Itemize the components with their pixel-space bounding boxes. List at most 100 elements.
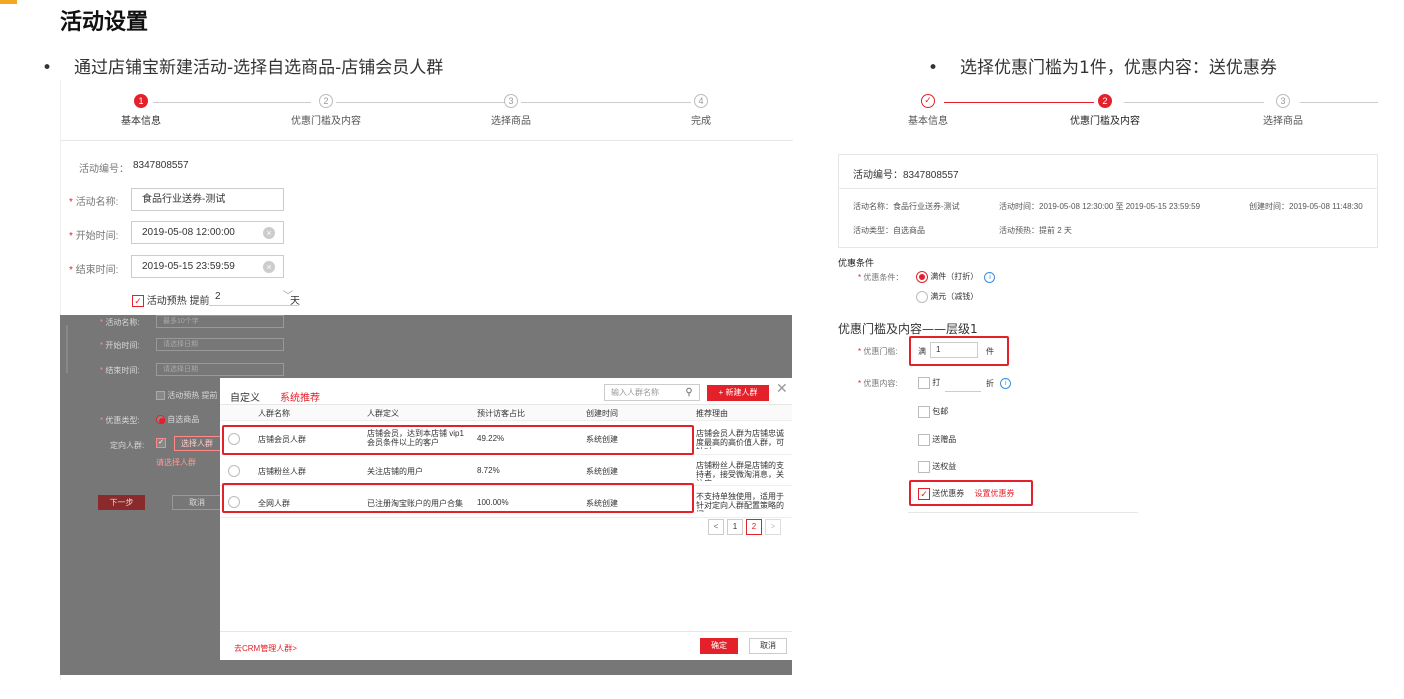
- row-ratio: 8.72%: [477, 466, 500, 475]
- r-step-2-label: 优惠门槛及内容: [1070, 116, 1140, 127]
- ov-preheat: 活动预热 提前: [156, 390, 217, 401]
- info-icon[interactable]: i: [984, 271, 996, 283]
- discount-checkbox[interactable]: [918, 377, 930, 389]
- th-name: 人群名称: [258, 409, 290, 418]
- step-1-circle: 1: [134, 94, 148, 108]
- rights-checkbox[interactable]: [918, 461, 930, 473]
- discount-unit: 折 i: [986, 378, 1012, 390]
- info-icon[interactable]: i: [1000, 378, 1012, 390]
- bullet-right-text: 选择优惠门槛为1件，优惠内容：送优惠券: [960, 58, 1277, 78]
- opt-discount[interactable]: 打: [918, 377, 940, 389]
- th-reason: 推荐理由: [696, 409, 728, 418]
- step-2-circle: 2: [319, 94, 333, 108]
- opt-shipping[interactable]: 包邮: [918, 406, 948, 418]
- ov-start-input: 请选择日期: [156, 338, 284, 351]
- clear-icon[interactable]: ×: [263, 227, 275, 239]
- bullet-left-text: 通过店铺宝新建活动-选择自选商品-店铺会员人群: [74, 58, 444, 78]
- step-1-label: 基本信息: [121, 116, 161, 127]
- bullet-left: • 通过店铺宝新建活动-选择自选商品-店铺会员人群: [42, 58, 444, 78]
- content-label: * 优惠内容:: [858, 379, 898, 388]
- ov-crowd-label: 定向人群:: [110, 441, 145, 450]
- info-created: 创建时间：2019-05-08 11:48:30: [1249, 202, 1363, 211]
- ov-type-label: * 优惠类型:: [100, 416, 140, 425]
- ov-end-label: * 结束时间:: [100, 366, 140, 375]
- ov-next-button: 下一步: [98, 495, 145, 510]
- info-name: 活动名称：食品行业送券-测试: [853, 202, 960, 211]
- discount-input[interactable]: [945, 372, 981, 392]
- step-2-label: 优惠门槛及内容: [291, 116, 361, 127]
- preheat-select[interactable]: 2 ﹀: [209, 288, 299, 306]
- step-4-label: 完成: [691, 116, 711, 127]
- highlight-member-row: [222, 425, 694, 455]
- preheat-row: ✓ 活动预热 提前: [132, 292, 210, 308]
- tab-custom[interactable]: 自定义: [230, 389, 260, 404]
- cancel-button[interactable]: 取消: [749, 638, 787, 654]
- ov-name-label: * 活动名称:: [100, 318, 140, 327]
- cond-opt-2[interactable]: 满元（减钱）: [916, 291, 978, 303]
- close-icon[interactable]: ✕: [776, 380, 788, 397]
- clear-icon[interactable]: ×: [263, 261, 275, 273]
- ov-name-input: 最多10个字: [156, 315, 284, 328]
- page-2[interactable]: 2: [746, 519, 762, 535]
- end-label: * 结束时间:: [69, 265, 119, 276]
- info-time: 活动时间：2019-05-08 12:30:00 至 2019-05-15 23…: [999, 202, 1201, 211]
- cond-radio-1[interactable]: [916, 271, 928, 283]
- cond-opt-1[interactable]: 满件（打折） i: [916, 271, 996, 283]
- step-4-circle: 4: [694, 94, 708, 108]
- activity-id-label: 活动编号：: [79, 164, 129, 175]
- ov-crowd-checkbox: ✓: [156, 438, 166, 448]
- shipping-checkbox[interactable]: [918, 406, 930, 418]
- highlight-coupon: [909, 480, 1033, 506]
- cond-label: * 优惠条件：: [858, 273, 904, 282]
- ov-crowd-button: 选择人群: [174, 436, 222, 451]
- step-1: 1 基本信息: [116, 94, 166, 127]
- step-3-circle: 3: [504, 94, 518, 108]
- row-radio[interactable]: [228, 465, 240, 477]
- step-3-label: 选择商品: [491, 116, 531, 127]
- title-accent-bar: [0, 0, 17, 4]
- info-type: 活动类型：自选商品: [853, 226, 925, 235]
- row-created: 系统创建: [586, 467, 618, 476]
- bullet-right: • 选择优惠门槛为1件，优惠内容：送优惠券: [928, 58, 1277, 78]
- ov-cancel-button: 取消: [172, 495, 222, 510]
- new-crowd-button[interactable]: + 新建人群: [707, 385, 769, 401]
- page-1[interactable]: 1: [727, 519, 743, 535]
- info-preheat: 活动预热：提前 2 天: [999, 226, 1072, 235]
- end-time-input[interactable]: 2019-05-15 23:59:59 ×: [131, 255, 284, 278]
- th-ratio: 预计访客占比: [477, 409, 525, 418]
- right-screenshot: ✓ 基本信息 2 优惠门槛及内容 3 选择商品 活动编号：8347808557 活动名…: [838, 80, 1378, 520]
- level-title: 优惠门槛及内容——层级1: [838, 322, 978, 336]
- name-input[interactable]: 食品行业送券-测试: [131, 188, 284, 211]
- opt-rights[interactable]: 送权益: [918, 461, 956, 473]
- cond-radio-2[interactable]: [916, 291, 928, 303]
- r-step-3-circle: 3: [1276, 94, 1290, 108]
- row-def: 关注店铺的用户: [367, 467, 423, 476]
- crowd-modal: 自定义 系统推荐 输入人群名称 ⚲ + 新建人群 ✕ 人群名称 人群定义 预计访…: [220, 378, 792, 660]
- r-step-2: 2 优惠门槛及内容: [1060, 94, 1150, 127]
- gift-checkbox[interactable]: [918, 434, 930, 446]
- ov-type-value: 自选商品: [156, 414, 199, 425]
- preheat-checkbox[interactable]: ✓: [132, 295, 144, 308]
- highlight-threshold: [909, 336, 1009, 366]
- page-next[interactable]: >: [765, 519, 781, 535]
- r-step-3: 3 选择商品: [1258, 94, 1308, 127]
- step-2: 2 优惠门槛及内容: [281, 94, 371, 127]
- opt-gift[interactable]: 送赠品: [918, 434, 956, 446]
- activity-id: 8347808557: [133, 160, 189, 171]
- table-row[interactable]: 店铺粉丝人群 关注店铺的用户 8.72% 系统创建 店铺粉丝人群是店铺的支持者，…: [220, 456, 792, 486]
- row-reason: 店铺粉丝人群是店铺的支持者，接受微淘消息，关注店...: [696, 461, 784, 481]
- start-label: * 开始时间:: [69, 231, 119, 242]
- table-header: 人群名称 人群定义 预计访客占比 创建时间 推荐理由: [220, 405, 792, 421]
- start-time-input[interactable]: 2019-05-08 12:00:00 ×: [131, 221, 284, 244]
- preheat-unit: 天: [290, 296, 300, 307]
- crm-link[interactable]: 去CRM管理人群>: [234, 643, 297, 654]
- cond-title: 优惠条件: [838, 258, 875, 268]
- r-step-3-label: 选择商品: [1263, 116, 1303, 127]
- r-activity-id: 活动编号：8347808557: [853, 170, 959, 181]
- row-reason: 店铺会员人群为店铺忠诚度最高的高价值人群，可针对...: [696, 429, 784, 449]
- confirm-button[interactable]: 确定: [700, 638, 738, 654]
- row-name: 店铺粉丝人群: [258, 467, 306, 476]
- page-prev[interactable]: <: [708, 519, 724, 535]
- preheat-prefix: 提前: [189, 296, 210, 307]
- search-icon[interactable]: ⚲: [679, 384, 700, 401]
